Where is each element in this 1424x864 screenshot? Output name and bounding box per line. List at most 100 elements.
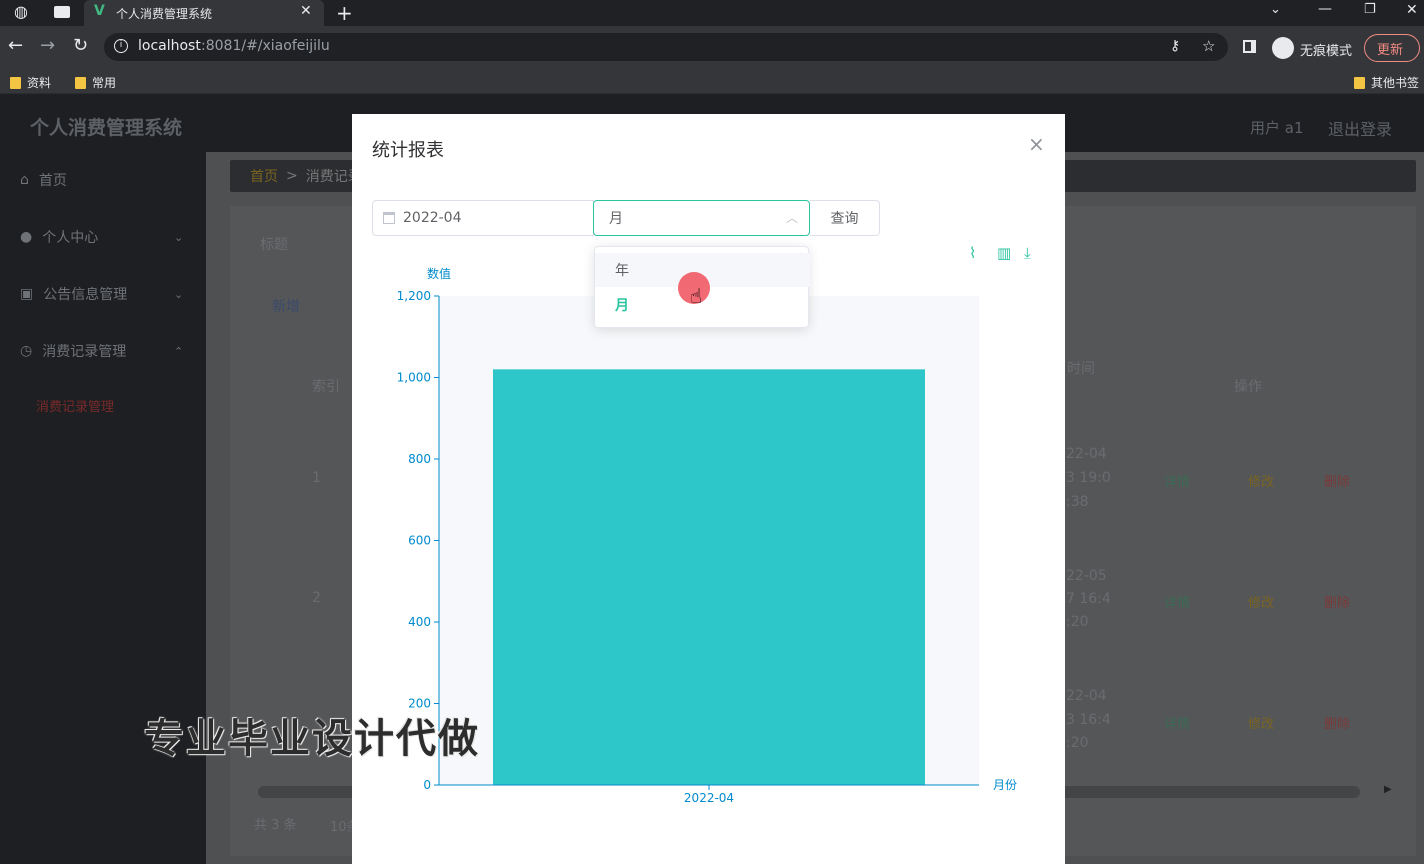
- new-tab-icon[interactable]: +: [336, 1, 353, 25]
- sidebar-item-label: 消费记录管理: [42, 344, 127, 360]
- tab-title: 个人消费管理系统: [116, 7, 213, 21]
- dialog-title: 统计报表: [372, 140, 444, 161]
- select-value: 月: [609, 211, 623, 227]
- user-icon: ●: [20, 229, 33, 245]
- calendar-icon: [383, 212, 395, 224]
- pagination-total: 共 3 条: [254, 818, 297, 833]
- month-date-picker[interactable]: 2022-04: [372, 200, 594, 236]
- pointer-hand-icon: ☝: [690, 284, 703, 308]
- x-tick-label: 2022-04: [684, 791, 734, 805]
- folder-icon: [10, 76, 21, 89]
- delete-button[interactable]: 删除: [1324, 592, 1350, 611]
- col-time-header: 时间: [1067, 361, 1095, 377]
- info-icon[interactable]: i: [114, 39, 128, 53]
- update-button[interactable]: 更新: [1364, 34, 1420, 62]
- chevron-up-icon: ⌃: [174, 344, 184, 358]
- home-icon: ⌂: [20, 172, 29, 188]
- browser-tab-bar: ◍ V 个人消费管理系统 ✕ + ⌄ — ❐ ✕: [0, 0, 1424, 26]
- reload-icon[interactable]: ↻: [73, 37, 88, 55]
- logout-link[interactable]: 退出登录: [1328, 116, 1392, 140]
- option-label: 年: [615, 263, 629, 279]
- y-tick-label: 800: [408, 452, 431, 466]
- y-tick-label: 1,000: [397, 371, 431, 385]
- edit-button[interactable]: 修改: [1248, 592, 1274, 611]
- bookmark-label: 其他书签: [1371, 76, 1420, 90]
- sidebar-item-expense[interactable]: ◷ 消费记录管理 ⌃: [0, 323, 206, 379]
- delete-button[interactable]: 删除: [1324, 713, 1350, 732]
- url-host: localhost: [138, 38, 201, 54]
- sidebar-item-notice[interactable]: ▣ 公告信息管理 ⌄: [0, 266, 206, 322]
- bar: [493, 369, 925, 785]
- tab-list-icon[interactable]: ⌄: [1270, 2, 1281, 17]
- breadcrumb-home[interactable]: 首页: [250, 166, 278, 186]
- sidebar-item-home[interactable]: ⌂ 首页: [0, 152, 206, 208]
- url-input[interactable]: i localhost :8081/#/xiaofeijilu ⚷ ☆: [104, 33, 1228, 61]
- chevron-up-icon: ︿: [786, 211, 799, 225]
- detail-button[interactable]: 详情: [1164, 592, 1190, 611]
- watermark-text: 专业毕业设计代做: [144, 716, 480, 762]
- y-tick-label: 1,200: [397, 289, 431, 303]
- row-index: 1: [312, 470, 321, 486]
- row-time: :38: [1066, 494, 1089, 510]
- query-button[interactable]: 查询: [810, 200, 880, 236]
- y-axis-label: 数值: [427, 266, 451, 281]
- row-time: :20: [1066, 735, 1089, 751]
- row-time: 22-04: [1066, 446, 1107, 462]
- tab-search-icon[interactable]: [54, 6, 70, 18]
- bookmark-folder[interactable]: 资料: [10, 74, 51, 91]
- tab-close-icon[interactable]: ✕: [300, 3, 312, 19]
- period-select[interactable]: 月 ︿: [593, 200, 810, 236]
- query-label: 查询: [830, 211, 859, 227]
- row-index: 2: [312, 590, 321, 606]
- chevron-down-icon: ⌄: [174, 230, 184, 244]
- minimize-icon[interactable]: —: [1318, 1, 1332, 17]
- close-icon[interactable]: ×: [1028, 132, 1045, 156]
- globe-icon[interactable]: ◍: [14, 4, 28, 20]
- app-title: 个人消费管理系统: [30, 117, 183, 139]
- edit-button[interactable]: 修改: [1248, 713, 1274, 732]
- url-path: :8081/#/xiaofeijilu: [201, 38, 330, 54]
- col-index-header: 索引: [312, 379, 340, 395]
- sidebar-item-label: 个人中心: [42, 230, 99, 246]
- detail-button[interactable]: 详情: [1164, 471, 1190, 490]
- update-label: 更新: [1377, 42, 1404, 58]
- window-close-icon[interactable]: ✕: [1406, 2, 1418, 18]
- search-title-label: 标题: [260, 237, 288, 253]
- active-tab[interactable]: V 个人消费管理系统 ✕: [84, 0, 324, 26]
- restore-icon[interactable]: ❐: [1364, 2, 1376, 17]
- row-time: 7 16:4: [1066, 591, 1111, 607]
- bookmark-label: 常用: [92, 76, 117, 90]
- other-bookmarks[interactable]: 其他书签: [1354, 74, 1419, 91]
- row-time: 22-05: [1066, 568, 1107, 584]
- x-axis-label: 月份: [993, 778, 1017, 792]
- col-ops-header: 操作: [1234, 379, 1262, 395]
- delete-button[interactable]: 删除: [1324, 471, 1350, 490]
- sidebar-item-profile[interactable]: ● 个人中心 ⌄: [0, 209, 206, 265]
- row-time: 3 16:4: [1066, 712, 1111, 728]
- y-tick-label: 400: [408, 615, 431, 629]
- briefcase-icon: ▣: [20, 286, 34, 302]
- key-icon[interactable]: ⚷: [1170, 38, 1180, 54]
- bookmarks-bar: 资料 常用 其他书签: [0, 68, 1424, 94]
- bookmark-folder[interactable]: 常用: [75, 74, 116, 91]
- sidebar-subitem-expense-records[interactable]: 消费记录管理: [36, 396, 114, 415]
- scroll-right-icon[interactable]: ▶: [1384, 784, 1392, 795]
- edit-button[interactable]: 修改: [1248, 471, 1274, 490]
- chevron-down-icon: ⌄: [174, 287, 184, 301]
- row-time: 22-04: [1066, 688, 1107, 704]
- row-time: 3 19:0: [1066, 470, 1111, 486]
- forward-icon[interactable]: →: [40, 37, 55, 55]
- sidepanel-icon[interactable]: [1243, 40, 1256, 53]
- detail-button[interactable]: 详情: [1164, 713, 1190, 732]
- incognito-icon: [1272, 37, 1294, 59]
- clock-icon: ◷: [20, 343, 33, 359]
- row-time: :20: [1066, 614, 1089, 630]
- folder-icon: [75, 76, 86, 89]
- add-button[interactable]: 新增: [272, 296, 300, 316]
- vue-logo-icon: V: [94, 3, 105, 19]
- back-icon[interactable]: ←: [8, 37, 23, 55]
- user-label: 用户 a1: [1250, 119, 1304, 137]
- star-icon[interactable]: ☆: [1202, 37, 1215, 55]
- y-tick-label: 0: [423, 778, 431, 792]
- incognito-label: 无痕模式: [1300, 44, 1353, 59]
